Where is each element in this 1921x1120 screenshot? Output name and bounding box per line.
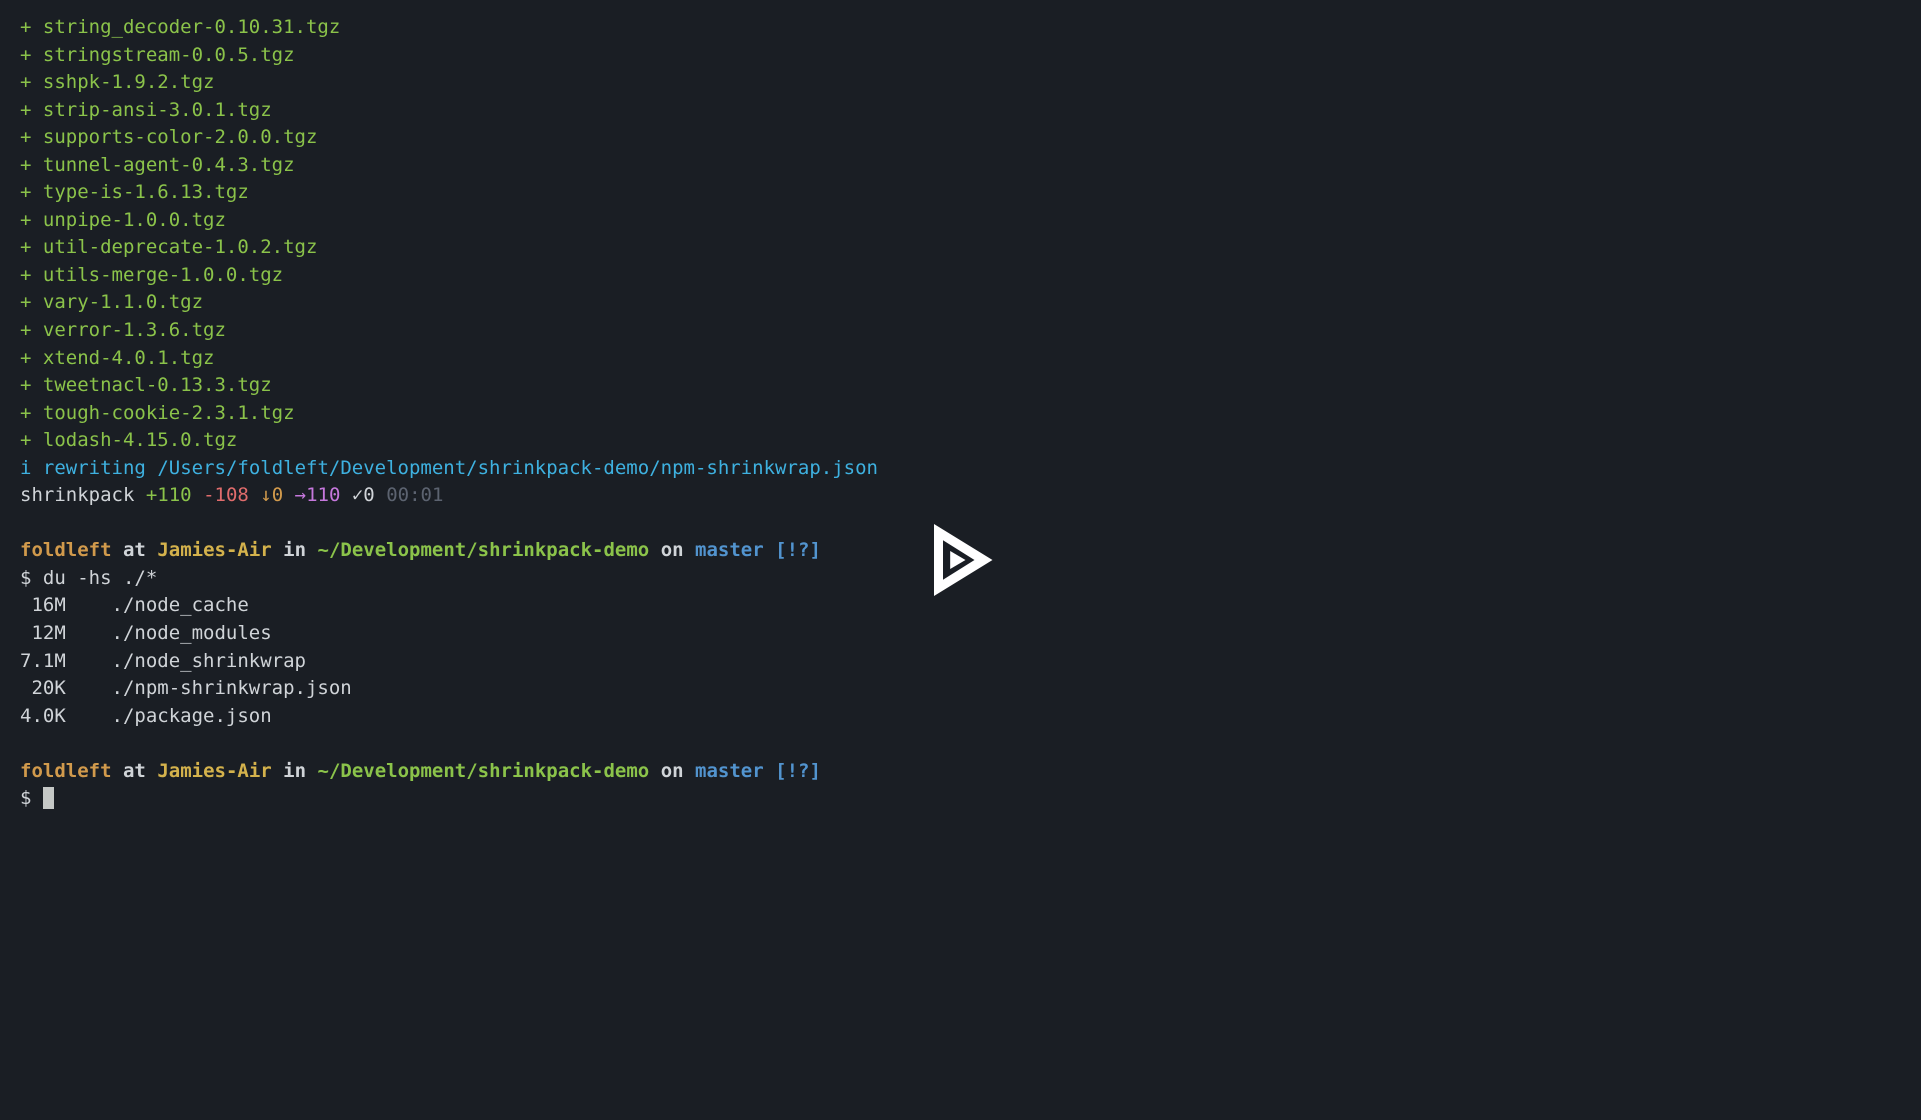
package-line: + sshpk-1.9.2.tgz [20,69,1901,97]
package-line: + supports-color-2.0.0.tgz [20,124,1901,152]
package-line: + util-deprecate-1.0.2.tgz [20,234,1901,262]
terminal-output: + string_decoder-0.10.31.tgz + stringstr… [20,14,1901,813]
du-line: 4.0K ./package.json [20,703,1901,731]
package-line: + tunnel-agent-0.4.3.tgz [20,152,1901,180]
package-line: + xtend-4.0.1.tgz [20,345,1901,373]
prompt-sigil-line[interactable]: $ [20,785,1901,813]
package-line: + string_decoder-0.10.31.tgz [20,14,1901,42]
play-button[interactable] [916,515,1006,605]
package-line: + lodash-4.15.0.tgz [20,427,1901,455]
package-line: + tough-cookie-2.3.1.tgz [20,400,1901,428]
du-line: 12M ./node_modules [20,620,1901,648]
cursor [43,787,54,809]
play-icon [916,515,1006,605]
package-line: + verror-1.3.6.tgz [20,317,1901,345]
du-line: 7.1M ./node_shrinkwrap [20,648,1901,676]
package-line: + vary-1.1.0.tgz [20,289,1901,317]
package-line: + tweetnacl-0.13.3.tgz [20,372,1901,400]
package-line: + stringstream-0.0.5.tgz [20,42,1901,70]
package-line: + unpipe-1.0.0.tgz [20,207,1901,235]
du-line: 20K ./npm-shrinkwrap.json [20,675,1901,703]
summary-line: shrinkpack +110 -108 ↓0 →110 ✓0 00:01 [20,482,1901,510]
blank-line [20,730,1901,758]
package-line: + utils-merge-1.0.0.tgz [20,262,1901,290]
prompt-line: foldleft at Jamies-Air in ~/Development/… [20,758,1901,786]
rewrite-line: i rewriting /Users/foldleft/Development/… [20,455,1901,483]
package-line: + strip-ansi-3.0.1.tgz [20,97,1901,125]
package-line: + type-is-1.6.13.tgz [20,179,1901,207]
